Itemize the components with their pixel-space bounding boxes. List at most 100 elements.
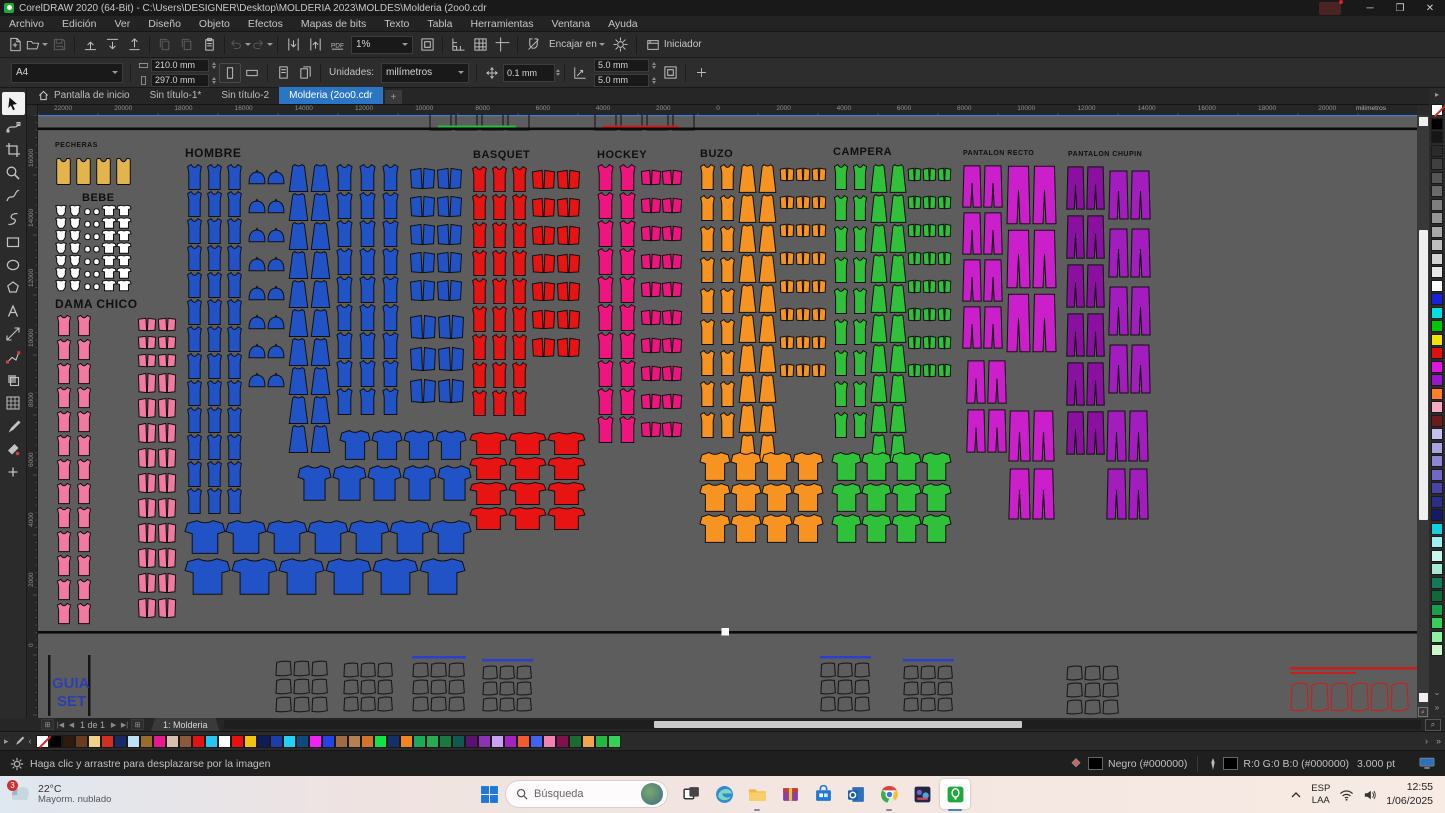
pattern-group-campera[interactable]: CAMPERA xyxy=(832,146,951,542)
color-swatch[interactable] xyxy=(114,735,127,748)
pdf-icon[interactable]: PDF xyxy=(326,35,348,55)
landscape-icon[interactable] xyxy=(241,63,263,83)
color-swatch[interactable] xyxy=(153,735,166,748)
show-guidelines-icon[interactable] xyxy=(491,35,513,55)
palette-scroll-left[interactable]: ▸ xyxy=(0,736,13,747)
color-swatch[interactable] xyxy=(1431,199,1443,211)
customize-plus-icon[interactable] xyxy=(2,460,25,483)
snap-off-icon[interactable] xyxy=(522,35,544,55)
spinner[interactable] xyxy=(212,77,216,84)
color-swatch[interactable] xyxy=(1431,455,1443,467)
search-input[interactable]: Búsqueda xyxy=(505,780,668,808)
color-swatch[interactable] xyxy=(205,735,218,748)
add-page-icon-2[interactable]: ⊞ xyxy=(131,719,144,730)
fit-page-icon[interactable] xyxy=(416,35,438,55)
right-palette-expand[interactable]: » xyxy=(1429,703,1445,712)
connector-tool-icon[interactable] xyxy=(2,345,25,368)
next-page-icon[interactable]: ▶ xyxy=(108,721,119,729)
color-swatch[interactable] xyxy=(1431,469,1443,481)
horizontal-scroll-thumb[interactable] xyxy=(654,721,1022,728)
horizontal-scrollbar[interactable] xyxy=(224,720,1421,729)
pattern-group-pantalon-chupin[interactable]: PANTALON CHUPIN xyxy=(1067,151,1150,519)
tray-chevron-icon[interactable] xyxy=(1290,790,1302,800)
no-color-swatch[interactable] xyxy=(36,735,49,748)
import-cloud-icon[interactable] xyxy=(79,35,101,55)
taskbar-app-task-view[interactable] xyxy=(676,779,706,809)
language-indicator[interactable]: ESPLAA xyxy=(1311,783,1330,806)
color-swatch[interactable] xyxy=(1431,212,1443,224)
first-page-icon[interactable]: |◀ xyxy=(55,721,66,729)
clock[interactable]: 12:55 1/06/2025 xyxy=(1386,781,1433,807)
color-swatch[interactable] xyxy=(413,735,426,748)
color-swatch[interactable] xyxy=(1431,118,1443,130)
pattern-group-hockey[interactable]: HOCKEY xyxy=(597,149,682,442)
paste-icon[interactable] xyxy=(198,35,220,55)
color-swatch[interactable] xyxy=(1431,631,1443,643)
guia-set-block[interactable]: GUIASET xyxy=(48,655,91,716)
color-swatch[interactable] xyxy=(1431,280,1443,292)
color-swatch[interactable] xyxy=(361,735,374,748)
menu-item-tabla[interactable]: Tabla xyxy=(418,18,461,30)
nudge-field[interactable]: 0.1 mm xyxy=(503,64,555,82)
color-swatch[interactable] xyxy=(569,735,582,748)
color-swatch[interactable] xyxy=(1431,293,1443,305)
taskbar-app-coreldraw[interactable] xyxy=(940,779,970,809)
color-swatch[interactable] xyxy=(88,735,101,748)
color-swatch[interactable] xyxy=(1431,361,1443,373)
color-swatch[interactable] xyxy=(1431,577,1443,589)
dup-x-field[interactable]: 5.0 mm xyxy=(594,59,649,72)
color-swatch[interactable] xyxy=(1431,388,1443,400)
spinner[interactable] xyxy=(652,62,656,69)
taskbar-app-chrome[interactable] xyxy=(874,779,904,809)
taskbar-app-outlook[interactable] xyxy=(841,779,871,809)
outline-pattern-cluster[interactable] xyxy=(412,656,466,711)
color-swatch[interactable] xyxy=(582,735,595,748)
pattern-group-pecheras[interactable]: PECHERAS xyxy=(55,142,130,184)
document-tab-0[interactable]: Pantalla de inicio xyxy=(28,87,140,104)
color-swatch[interactable] xyxy=(75,735,88,748)
color-swatch[interactable] xyxy=(465,735,478,748)
outline-pattern-cluster[interactable] xyxy=(820,656,871,711)
color-swatch[interactable] xyxy=(426,735,439,748)
palette-scroll-left-2[interactable]: ‹ xyxy=(25,736,36,746)
spinner[interactable] xyxy=(556,69,560,76)
menu-item-diseño[interactable]: Diseño xyxy=(139,18,190,30)
artistic-media-tool-icon[interactable] xyxy=(2,207,25,230)
taskbar-app-microsoft-store[interactable] xyxy=(808,779,838,809)
color-swatch[interactable] xyxy=(348,735,361,748)
color-swatch[interactable] xyxy=(192,735,205,748)
spinner[interactable] xyxy=(652,77,656,84)
add-page-icon[interactable]: ⊞ xyxy=(41,719,54,730)
color-swatch[interactable] xyxy=(439,735,452,748)
frame-border-icon[interactable] xyxy=(659,63,681,83)
right-palette-flyout[interactable]: ▸ xyxy=(1429,90,1445,99)
polygon-tool-icon[interactable] xyxy=(2,276,25,299)
color-swatch[interactable] xyxy=(1431,550,1443,562)
color-swatch[interactable] xyxy=(1431,334,1443,346)
export-icon[interactable] xyxy=(304,35,326,55)
color-swatch[interactable] xyxy=(400,735,413,748)
color-swatch[interactable] xyxy=(296,735,309,748)
last-page-icon[interactable]: ▶| xyxy=(119,721,130,729)
scroll-down-box[interactable] xyxy=(1419,693,1428,702)
menu-item-ayuda[interactable]: Ayuda xyxy=(599,18,647,30)
color-swatch[interactable] xyxy=(1431,482,1443,494)
pick-tool-icon[interactable] xyxy=(2,92,25,115)
outline-pattern-cluster[interactable] xyxy=(482,659,533,711)
outline-pattern-cluster[interactable] xyxy=(1067,666,1118,714)
document-tab-2[interactable]: Sin título-2 xyxy=(211,87,279,104)
page-height-field[interactable]: 297.0 mm xyxy=(151,74,209,87)
menu-item-objeto[interactable]: Objeto xyxy=(190,18,239,30)
dup-y-field[interactable]: 5.0 mm xyxy=(594,74,649,87)
spinner[interactable] xyxy=(212,62,216,69)
launcher-button[interactable]: Iniciador xyxy=(641,38,707,52)
color-swatch[interactable] xyxy=(179,735,192,748)
page-all-icon[interactable] xyxy=(294,63,316,83)
new-document-icon[interactable] xyxy=(4,35,26,55)
color-swatch[interactable] xyxy=(62,735,75,748)
wifi-icon[interactable] xyxy=(1339,789,1354,801)
menu-item-ver[interactable]: Ver xyxy=(105,18,139,30)
right-palette-down[interactable]: ⌄ xyxy=(1429,688,1445,697)
taskbar-app-edge[interactable] xyxy=(709,779,739,809)
text-tool-icon[interactable] xyxy=(2,299,25,322)
